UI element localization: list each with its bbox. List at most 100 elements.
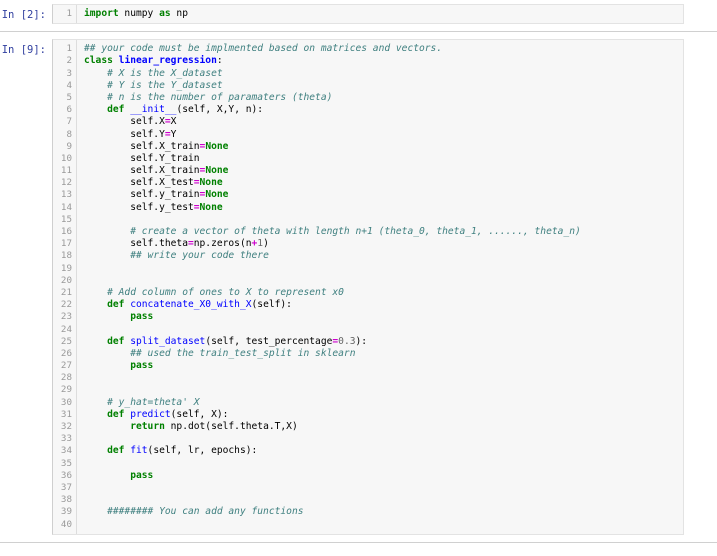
line-number: 28	[60, 372, 72, 384]
code-line: self.y_train=None	[84, 189, 683, 201]
code-line: pass	[84, 470, 683, 482]
cell-input-area[interactable]: 1 import numpy as np	[52, 4, 684, 25]
code-token: pass	[130, 311, 154, 323]
code-token: def	[107, 408, 125, 420]
line-number: 10	[60, 152, 72, 164]
line-number: 30	[60, 396, 72, 408]
cell-prompt-label: In [9]:	[1, 44, 46, 57]
code-token: (self, lr, epochs):	[147, 445, 258, 457]
code-line: def split_dataset(self, test_percentage=…	[84, 336, 683, 348]
code-token: # n is the number of paramaters (theta)	[107, 91, 333, 103]
code-line: # X is the X_dataset	[84, 68, 683, 80]
code-token: )	[263, 238, 269, 250]
line-number-gutter: 1	[53, 5, 77, 24]
code-token: (self):	[251, 299, 292, 311]
code-token: ######## You can add any functions	[107, 506, 304, 518]
code-token: ):	[355, 335, 368, 347]
code-token: fit	[130, 445, 148, 457]
code-editor[interactable]: import numpy as np	[77, 5, 683, 24]
line-number: 12	[60, 177, 72, 189]
code-token: as	[159, 8, 171, 19]
line-number: 33	[60, 433, 72, 445]
code-line: return np.dot(self.theta.T,X)	[84, 421, 683, 433]
code-line: self.Y_train	[84, 153, 683, 165]
code-token: # create a vector of theta with length n…	[130, 226, 581, 237]
code-line: ######## You can add any functions	[84, 506, 683, 518]
code-token: None	[199, 201, 223, 213]
code-editor[interactable]: ## your code must be implmented based on…	[77, 40, 683, 534]
line-number: 31	[60, 408, 72, 420]
code-token: self.X_train	[84, 165, 200, 177]
code-token: concatenate_X0_with_X	[130, 299, 252, 311]
code-line: self.X_test=None	[84, 177, 683, 189]
code-line: # create a vector of theta with length n…	[84, 226, 683, 238]
code-line: ## your code must be implmented based on…	[84, 43, 683, 55]
code-token: pass	[130, 360, 154, 372]
line-number: 3	[66, 67, 72, 79]
code-token: # Add column of ones to X to represent x…	[107, 286, 344, 298]
code-token: (self, X):	[170, 408, 229, 420]
line-number: 4	[66, 79, 72, 91]
code-token: # y_hat=theta' X	[107, 396, 200, 408]
line-number: 37	[60, 481, 72, 493]
line-number: 38	[60, 494, 72, 506]
code-line: self.X=X	[84, 116, 683, 128]
code-token: self.y_test	[84, 201, 194, 213]
code-token: # X is the X_dataset	[107, 67, 223, 79]
notebook-cell[interactable]: In [2]: 1 import numpy as np	[0, 4, 717, 25]
line-number: 29	[60, 384, 72, 396]
code-line: # n is the number of paramaters (theta)	[84, 92, 683, 104]
code-token: ## your code must be implmented based on…	[84, 43, 443, 55]
code-token: import	[84, 8, 119, 19]
code-token: self.theta	[84, 238, 188, 250]
code-token: def	[107, 299, 125, 311]
line-number: 8	[66, 128, 72, 140]
code-token: self.X_test	[84, 177, 194, 189]
code-token: self.Y_train	[84, 152, 200, 164]
code-line: self.X_train=None	[84, 141, 683, 153]
line-number: 25	[60, 335, 72, 347]
code-token: np	[170, 8, 188, 19]
code-line: self.Y=Y	[84, 129, 683, 141]
notebook-cell[interactable]: In [9]: 1 2 3 4 5 6 7 8 9 10 11 12 13 14 15 16 17 18 19 20 2…	[0, 39, 717, 535]
line-number: 11	[60, 165, 72, 177]
code-line: def fit(self, lr, epochs):	[84, 445, 683, 457]
line-number: 34	[60, 445, 72, 457]
code-line: self.theta=np.zeros(n+1)	[84, 238, 683, 250]
code-token: def	[107, 104, 125, 116]
code-token: :	[216, 55, 223, 67]
code-token: None	[199, 177, 223, 189]
code-token: None	[205, 189, 229, 201]
code-line: class linear_regression:	[84, 55, 683, 67]
code-line: def concatenate_X0_with_X(self):	[84, 299, 683, 311]
line-number: 2	[66, 55, 72, 67]
code-line: # Y is the Y_dataset	[84, 80, 683, 92]
line-number: 9	[66, 140, 72, 152]
line-number: 1	[66, 8, 72, 19]
code-token: predict	[130, 408, 171, 420]
line-number: 32	[60, 421, 72, 432]
code-token: def	[107, 445, 125, 457]
line-number: 21	[60, 286, 72, 298]
code-token: # Y is the Y_dataset	[107, 79, 223, 91]
code-token: split_dataset	[130, 335, 206, 347]
code-token: None	[205, 165, 229, 177]
cell-gap	[0, 24, 717, 31]
cell-input-area[interactable]: 1 2 3 4 5 6 7 8 9 10 11 12 13 14 15 16 17 18 19 20 21 22 23 24 2…	[52, 39, 684, 535]
code-line: pass	[84, 311, 683, 323]
line-number: 27	[60, 360, 72, 372]
code-token: pass	[130, 469, 154, 481]
